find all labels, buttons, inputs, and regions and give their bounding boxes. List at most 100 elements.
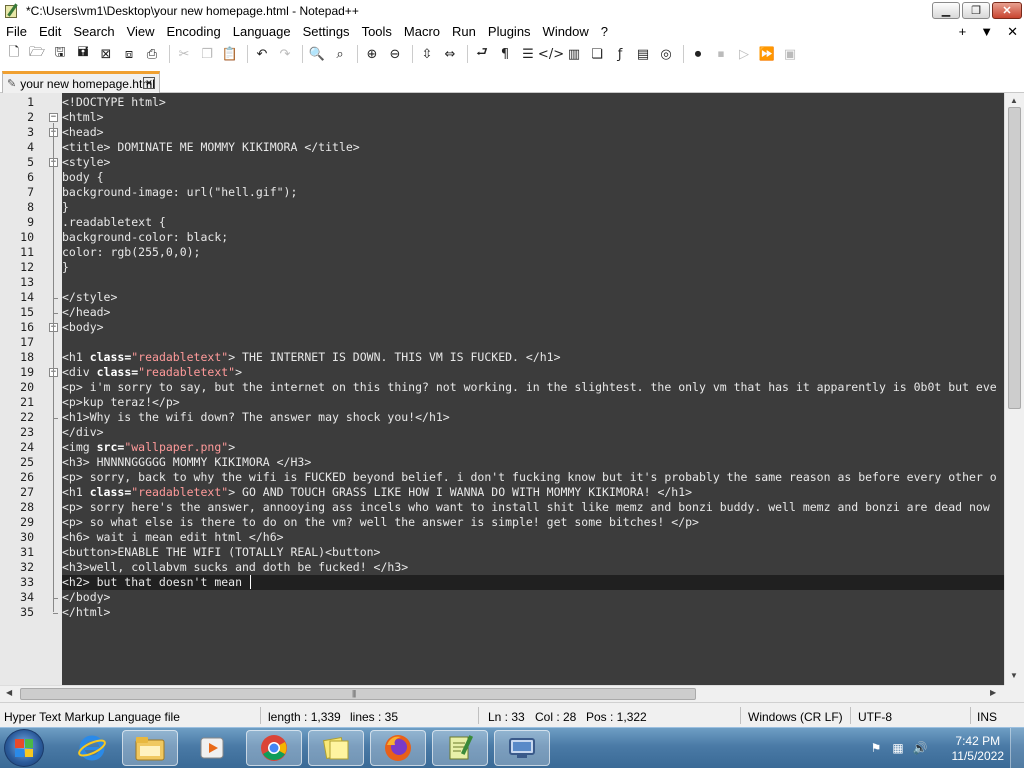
replace-icon[interactable]: ⌕ bbox=[330, 44, 350, 64]
code-line[interactable]: <title> DOMINATE ME MOMMY KIKIMORA </tit… bbox=[62, 140, 1004, 155]
new-tab-button[interactable]: + bbox=[959, 22, 967, 42]
firefox-icon[interactable] bbox=[370, 730, 426, 766]
windows-explorer-icon[interactable] bbox=[122, 730, 178, 766]
code-editor[interactable]: 1 2 3 4 5 6 7 8 9 10 11 12 13 14 15 16 17 18 19 20 21 22 23 24 2… bbox=[0, 93, 1024, 685]
chrome-icon[interactable] bbox=[246, 730, 302, 766]
code-line[interactable]: <h2> but that doesn't mean bbox=[62, 575, 1004, 590]
fold-margin[interactable]: −−−−− bbox=[44, 93, 62, 685]
code-line[interactable]: <button>ENABLE THE WIFI (TOTALLY REAL)<b… bbox=[62, 545, 1004, 560]
document-map-icon[interactable]: ▥ bbox=[564, 44, 584, 64]
paste-icon[interactable]: 📋 bbox=[220, 44, 240, 64]
code-line[interactable]: <style> bbox=[62, 155, 1004, 170]
word-wrap-icon[interactable]: ⮐ bbox=[472, 44, 492, 64]
save-macro-icon[interactable]: ▣ bbox=[780, 44, 800, 64]
menu-encoding[interactable]: Encoding bbox=[161, 22, 227, 42]
menu-edit[interactable]: Edit bbox=[33, 22, 67, 42]
code-line[interactable]: <p> so what else is there to do on the v… bbox=[62, 515, 1004, 530]
status-insert-mode[interactable]: INS bbox=[977, 710, 997, 724]
save-all-icon[interactable]: 🖬 bbox=[73, 44, 93, 64]
zoom-out-icon[interactable]: ⊖ bbox=[385, 44, 405, 64]
run-macro-multiple-icon[interactable]: ⏩ bbox=[757, 44, 777, 64]
menu-settings[interactable]: Settings bbox=[297, 22, 356, 42]
xml-tag-icon[interactable]: </> bbox=[538, 44, 564, 64]
code-line[interactable]: <html> bbox=[62, 110, 1004, 125]
copy-icon[interactable]: ❐ bbox=[197, 44, 217, 64]
code-line[interactable]: <p>kup teraz!</p> bbox=[62, 395, 1004, 410]
code-line[interactable]: .readabletext { bbox=[62, 215, 1004, 230]
show-desktop-button[interactable] bbox=[1010, 728, 1024, 768]
close-document-button[interactable]: ✕ bbox=[1007, 22, 1018, 42]
indent-guide-icon[interactable]: ☰ bbox=[518, 44, 538, 64]
code-line[interactable]: } bbox=[62, 200, 1004, 215]
notepad-plus-plus-icon[interactable] bbox=[432, 730, 488, 766]
code-line[interactable]: </head> bbox=[62, 305, 1004, 320]
media-player-icon[interactable] bbox=[184, 730, 240, 766]
code-line[interactable]: background-image: url("hell.gif"); bbox=[62, 185, 1004, 200]
close-button[interactable]: ✕ bbox=[992, 2, 1022, 19]
folder-workspace-icon[interactable]: ▤ bbox=[633, 44, 653, 64]
menu-language[interactable]: Language bbox=[227, 22, 297, 42]
code-line[interactable]: <h1>Why is the wifi down? The answer may… bbox=[62, 410, 1004, 425]
code-line[interactable]: </style> bbox=[62, 290, 1004, 305]
scroll-left-icon[interactable]: ◀ bbox=[6, 688, 12, 697]
code-line[interactable]: <h1 class="readabletext"> THE INTERNET I… bbox=[62, 350, 1004, 365]
vertical-scrollbar[interactable]: ▲ ▼ bbox=[1004, 93, 1024, 685]
scroll-right-icon[interactable]: ▶ bbox=[990, 688, 996, 697]
menu-window[interactable]: Window bbox=[537, 22, 595, 42]
code-line[interactable]: <h3>well, collabvm sucks and doth be fuc… bbox=[62, 560, 1004, 575]
menu-plugins[interactable]: Plugins bbox=[482, 22, 537, 42]
menu-view[interactable]: View bbox=[121, 22, 161, 42]
close-icon[interactable]: ⊠ bbox=[96, 44, 116, 64]
show-all-chars-icon[interactable]: ¶ bbox=[495, 44, 515, 64]
code-line[interactable]: <p> i'm sorry to say, but the internet o… bbox=[62, 380, 1004, 395]
code-line[interactable]: background-color: black; bbox=[62, 230, 1004, 245]
menu-macro[interactable]: Macro bbox=[398, 22, 446, 42]
code-line[interactable]: <head> bbox=[62, 125, 1004, 140]
code-line[interactable]: </body> bbox=[62, 590, 1004, 605]
horizontal-scrollbar[interactable]: ◀ ||| ▶ bbox=[0, 685, 1004, 702]
code-line[interactable] bbox=[62, 275, 1004, 290]
scroll-up-icon[interactable]: ▲ bbox=[1010, 96, 1018, 105]
tab-list-button[interactable]: ▼ bbox=[980, 22, 993, 42]
redo-icon[interactable]: ↷ bbox=[275, 44, 295, 64]
tab-close-icon[interactable]: ✕ bbox=[143, 77, 155, 89]
function-list-icon[interactable]: ƒ bbox=[610, 44, 630, 64]
menu-help[interactable]: ? bbox=[595, 22, 614, 42]
code-line[interactable]: <h3> HNNNNGGGGG MOMMY KIKIMORA </H3> bbox=[62, 455, 1004, 470]
maximize-button[interactable]: ❐ bbox=[962, 2, 990, 19]
remote-desktop-icon[interactable] bbox=[494, 730, 550, 766]
code-line[interactable]: <!DOCTYPE html> bbox=[62, 95, 1004, 110]
status-eol[interactable]: Windows (CR LF) bbox=[748, 710, 843, 724]
undo-icon[interactable]: ↶ bbox=[252, 44, 272, 64]
menu-run[interactable]: Run bbox=[446, 22, 482, 42]
close-all-icon[interactable]: ⧈ bbox=[119, 44, 139, 64]
code-line[interactable]: } bbox=[62, 260, 1004, 275]
code-line[interactable]: <p> sorry here's the answer, annooying a… bbox=[62, 500, 1004, 515]
internet-explorer-icon[interactable] bbox=[64, 730, 120, 766]
code-line[interactable]: <body> bbox=[62, 320, 1004, 335]
open-file-icon[interactable]: 🗁 bbox=[27, 44, 47, 64]
sync-horizontal-icon[interactable]: ⇔ bbox=[440, 44, 460, 64]
code-line[interactable]: color: rgb(255,0,0); bbox=[62, 245, 1004, 260]
save-icon[interactable]: 🖫 bbox=[50, 44, 70, 64]
minimize-button[interactable]: ▁ bbox=[932, 2, 960, 19]
fold-toggle-icon[interactable]: − bbox=[49, 113, 58, 122]
code-line[interactable]: <img src="wallpaper.png"> bbox=[62, 440, 1004, 455]
code-line[interactable]: <div class="readabletext"> bbox=[62, 365, 1004, 380]
code-line[interactable]: body { bbox=[62, 170, 1004, 185]
monitoring-icon[interactable]: ◎ bbox=[656, 44, 676, 64]
volume-icon[interactable]: 🔊 bbox=[912, 740, 928, 756]
code-line[interactable]: <h6> wait i mean edit html </h6> bbox=[62, 530, 1004, 545]
code-line[interactable]: </html> bbox=[62, 605, 1004, 620]
print-icon[interactable]: ⎙ bbox=[142, 44, 162, 64]
sticky-notes-icon[interactable] bbox=[308, 730, 364, 766]
code-line[interactable]: <p> sorry, back to why the wifi is FUCKE… bbox=[62, 470, 1004, 485]
record-macro-icon[interactable]: ⏺ bbox=[688, 44, 708, 64]
stop-macro-icon[interactable]: ⏹ bbox=[711, 44, 731, 64]
status-encoding[interactable]: UTF-8 bbox=[858, 710, 892, 724]
code-area[interactable]: <!DOCTYPE html> <html> <head> <title> DOMIN… bbox=[62, 93, 1004, 685]
start-button[interactable] bbox=[4, 729, 44, 767]
menu-tools[interactable]: Tools bbox=[356, 22, 398, 42]
horizontal-scroll-thumb[interactable] bbox=[20, 688, 696, 700]
tab-your-new-homepage[interactable]: ✎ your new homepage.html ✕ bbox=[2, 71, 160, 93]
